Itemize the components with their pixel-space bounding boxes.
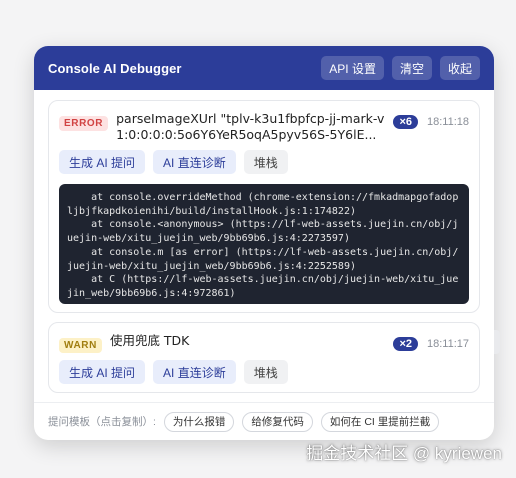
template-chip-why-error[interactable]: 为什么报错 — [163, 411, 235, 432]
panel-header: Console AI Debugger API 设置 清空 收起 — [34, 46, 494, 90]
generate-ai-prompt-button[interactable]: 生成 AI 提问 — [59, 150, 146, 174]
debugger-panel: Console AI Debugger API 设置 清空 收起 ERROR p… — [34, 46, 494, 440]
log-message: parseImageXUrl "tplv-k3u1fbpfcp-jj-mark-… — [116, 111, 385, 142]
error-level-badge: ERROR — [59, 116, 109, 131]
panel-title: Console AI Debugger — [48, 60, 182, 76]
template-chip-ci-intercept[interactable]: 如何在 CI 里提前拦截 — [320, 411, 440, 432]
api-settings-button[interactable]: API 设置 — [321, 56, 384, 80]
repeat-count-badge: ×2 — [393, 337, 418, 351]
collapse-button[interactable]: 收起 — [439, 56, 480, 80]
template-label: 提问模板（点击复制）: — [48, 416, 156, 428]
stack-button[interactable]: 堆栈 — [243, 360, 288, 384]
ai-diagnose-button[interactable]: AI 直连诊断 — [153, 360, 236, 384]
log-message: 使用兜底 TDK — [109, 333, 190, 348]
log-list: ERROR parseImageXUrl "tplv-k3u1fbpfcp-jj… — [34, 90, 494, 402]
clear-button[interactable]: 清空 — [391, 56, 432, 80]
warn-level-badge: WARN — [59, 338, 102, 353]
ai-diagnose-button[interactable]: AI 直连诊断 — [153, 150, 236, 174]
template-chip-fix-code[interactable]: 给修复代码 — [242, 411, 313, 432]
log-entry-warn: WARN 使用兜底 TDK ×2 18:11:17 生成 AI 提问 AI 直连… — [48, 322, 480, 393]
stack-trace: at console.overrideMethod (chrome-extens… — [59, 184, 469, 304]
stack-button[interactable]: 堆栈 — [243, 150, 288, 174]
repeat-count-badge: ×6 — [393, 115, 418, 129]
prompt-template-bar: 提问模板（点击复制）: 为什么报错 给修复代码 如何在 CI 里提前拦截 — [34, 402, 494, 440]
side-handle[interactable] — [494, 330, 500, 354]
log-timestamp: 18:11:17 — [426, 338, 469, 350]
watermark: 掘金技术社区 @ kyriewen — [306, 444, 502, 463]
log-entry-error: ERROR parseImageXUrl "tplv-k3u1fbpfcp-jj… — [48, 100, 480, 313]
generate-ai-prompt-button[interactable]: 生成 AI 提问 — [59, 360, 146, 384]
log-timestamp: 18:11:18 — [426, 116, 469, 128]
